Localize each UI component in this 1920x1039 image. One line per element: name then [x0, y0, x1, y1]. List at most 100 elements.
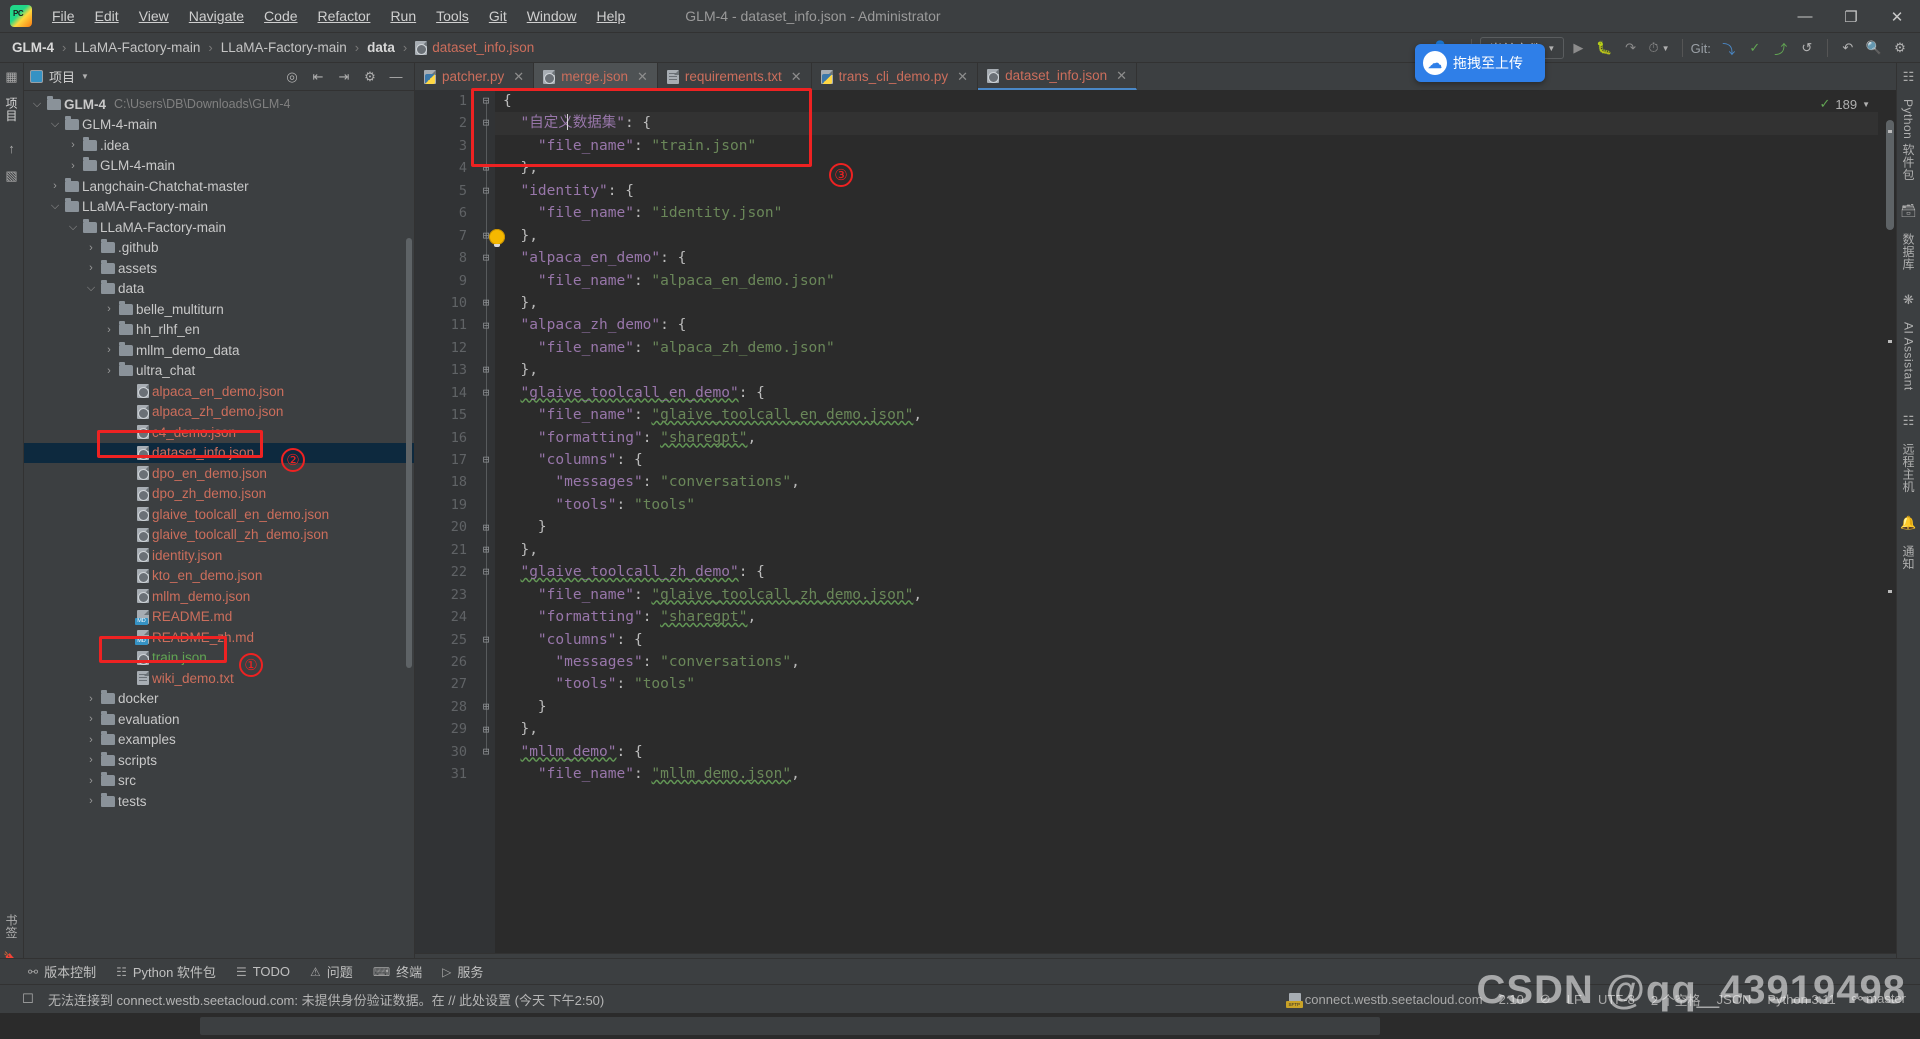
fold-collapse-icon[interactable]: ⊟ [481, 387, 491, 398]
menu-help[interactable]: Help [587, 5, 636, 27]
notifications-rail-icon[interactable]: 🔔 [1900, 515, 1916, 531]
tree-item-glm-4[interactable]: ⌵ GLM-4 C:\Users\DB\Downloads\GLM-4 [24, 94, 414, 115]
code-line[interactable]: "tools": "tools" [495, 494, 1878, 516]
tool-version-control[interactable]: ⚯ 版本控制 [28, 962, 96, 981]
code-line[interactable]: "file_name": "alpaca_zh_demo.json" [495, 337, 1878, 359]
fold-expand-icon[interactable]: ⊞ [481, 364, 491, 375]
expand-all-icon[interactable]: ⇤ [310, 69, 326, 85]
editor-fold-column[interactable]: ⊟ ⊟ ⊞ ⊟ ⊞ ⊟ ⊞ ⊟ ⊞ ⊟ ⊟ ⊞ ⊞ ⊟ ⊟ ⊞ ⊞ ⊟ [477, 90, 495, 953]
code-line[interactable]: "formatting": "sharegpt", [495, 427, 1878, 449]
git-push-icon[interactable]: ⤴ [1769, 37, 1793, 59]
status-message-icon[interactable]: ☐ [20, 991, 36, 1007]
git-branch-widget[interactable]: ⚯ master [1852, 991, 1906, 1007]
inspection-widget[interactable]: ✓ 189 ▼ [1819, 96, 1870, 112]
editor-viewport[interactable]: 1 2 3 4 5 6 7 8 9 10 11 12 13 14 15 16 17 18 19 20 21 22 23 24 2… [415, 90, 1896, 953]
code-line[interactable]: }, [495, 292, 1878, 314]
rail-item-notifications[interactable]: 通知 [1900, 545, 1917, 570]
remote-host-rail-icon[interactable]: ☷ [1901, 413, 1917, 429]
close-tab-icon[interactable]: ✕ [637, 69, 648, 85]
tree-item-llama-factory-main[interactable]: ⌵ LLaMA-Factory-main [24, 217, 414, 238]
code-line[interactable]: } [495, 696, 1878, 718]
editor-tab-requirements-txt[interactable]: requirements.txt ✕ [658, 63, 812, 90]
chevron-right-icon[interactable]: › [66, 160, 80, 172]
code-line[interactable]: "mllm_demo": { [495, 741, 1878, 763]
tree-item-kto-en-demo-json[interactable]: kto_en_demo.json [24, 566, 414, 587]
code-line[interactable]: "messages": "conversations", [495, 471, 1878, 493]
tree-item-alpaca-zh-demo-json[interactable]: alpaca_zh_demo.json [24, 402, 414, 423]
fold-expand-icon[interactable]: ⊞ [481, 544, 491, 555]
fold-collapse-icon[interactable]: ⊟ [481, 746, 491, 757]
read-only-toggle-icon[interactable]: ⊘ [1540, 991, 1551, 1007]
chevron-down-icon[interactable]: ⌵ [30, 98, 44, 111]
commit-rail-icon[interactable]: ↑ [4, 140, 20, 156]
tree-item-mllm-demo-data[interactable]: › mllm_demo_data [24, 340, 414, 361]
fold-expand-icon[interactable]: ⊞ [481, 297, 491, 308]
tool-problems[interactable]: ⚠ 问题 [310, 962, 353, 981]
editor-tab-merge-json[interactable]: merge.json ✕ [534, 63, 658, 90]
rail-item-project[interactable]: 项目 [3, 97, 20, 122]
breadcrumb-item-project[interactable]: GLM-4 [12, 40, 54, 55]
tree-item-llama-factory-main[interactable]: ⌵ LLaMA-Factory-main [24, 197, 414, 218]
code-line[interactable]: "messages": "conversations", [495, 651, 1878, 673]
rail-item-remote-host[interactable]: 远程主机 [1900, 443, 1917, 493]
git-history-icon[interactable]: ↺ [1795, 37, 1819, 59]
tree-item-glaive-toolcall-zh-demo-json[interactable]: glaive_toolcall_zh_demo.json [24, 525, 414, 546]
fold-collapse-icon[interactable]: ⊟ [481, 252, 491, 263]
code-line[interactable]: }, [495, 225, 1878, 247]
line-separator[interactable]: LF [1567, 992, 1582, 1007]
chevron-right-icon[interactable]: › [84, 754, 98, 766]
chevron-right-icon[interactable]: › [102, 303, 116, 315]
status-message[interactable]: 无法连接到 connect.westb.seetacloud.com: 未提供身… [48, 990, 604, 1009]
fold-expand-icon[interactable]: ⊞ [481, 162, 491, 173]
tree-item--github[interactable]: › .github [24, 238, 414, 259]
fold-collapse-icon[interactable]: ⊟ [481, 185, 491, 196]
chevron-right-icon[interactable]: › [66, 139, 80, 151]
fold-collapse-icon[interactable]: ⊟ [481, 117, 491, 128]
sftp-host-widget[interactable]: connect.westb.seetacloud.com [1285, 992, 1483, 1008]
fold-collapse-icon[interactable]: ⊟ [481, 566, 491, 577]
collapse-all-icon[interactable]: ⇥ [336, 69, 352, 85]
breadcrumb-item-3[interactable]: data [367, 40, 395, 55]
tree-item-evaluation[interactable]: › evaluation [24, 709, 414, 730]
close-tab-icon[interactable]: ✕ [957, 69, 968, 85]
tree-item-mllm-demo-json[interactable]: mllm_demo.json [24, 586, 414, 607]
tree-item-alpaca-en-demo-json[interactable]: alpaca_en_demo.json [24, 381, 414, 402]
tree-item-readme-md[interactable]: README.md [24, 607, 414, 628]
drag-upload-badge[interactable]: ☁ 拖拽至上传 [1415, 44, 1545, 82]
settings-icon[interactable]: ⚙ [1888, 37, 1912, 59]
code-line[interactable]: }, [495, 718, 1878, 740]
menu-tools[interactable]: Tools [426, 5, 479, 27]
locate-file-icon[interactable]: ◎ [284, 69, 300, 85]
tree-item--idea[interactable]: › .idea [24, 135, 414, 156]
code-line[interactable]: "formatting": "sharegpt", [495, 606, 1878, 628]
search-icon[interactable]: 🔍 [1862, 37, 1886, 59]
fold-collapse-icon[interactable]: ⊟ [481, 320, 491, 331]
menu-navigate[interactable]: Navigate [179, 5, 254, 27]
tree-item-train-json[interactable]: train.json [24, 648, 414, 669]
code-line[interactable]: { [495, 90, 1878, 112]
code-line[interactable]: }, [495, 539, 1878, 561]
chevron-down-icon[interactable]: ⌵ [48, 200, 62, 213]
code-line[interactable]: "columns": { [495, 629, 1878, 651]
file-type[interactable]: JSON [1717, 992, 1752, 1007]
code-line[interactable]: "file_name": "train.json" [495, 135, 1878, 157]
tree-item-glaive-toolcall-en-demo-json[interactable]: glaive_toolcall_en_demo.json [24, 504, 414, 525]
code-line[interactable]: } [495, 516, 1878, 538]
chevron-down-icon[interactable]: ⌵ [66, 221, 80, 234]
hide-panel-icon[interactable]: — [388, 69, 404, 85]
tree-item-glm-4-main[interactable]: › GLM-4-main [24, 156, 414, 177]
tool-python-packages[interactable]: ☷ Python 软件包 [116, 962, 216, 981]
chevron-right-icon[interactable]: › [84, 693, 98, 705]
chevron-right-icon[interactable]: › [84, 734, 98, 746]
code-line[interactable]: "tools": "tools" [495, 673, 1878, 695]
breadcrumb-item-2[interactable]: LLaMA-Factory-main [221, 40, 347, 55]
chevron-down-icon[interactable]: ⌵ [48, 118, 62, 131]
menu-code[interactable]: Code [254, 5, 307, 27]
fold-collapse-icon[interactable]: ⊟ [481, 634, 491, 645]
tree-item-examples[interactable]: › examples [24, 730, 414, 751]
close-button[interactable]: ✕ [1874, 0, 1920, 33]
code-line[interactable]: "自定义数据集": { [495, 112, 1878, 135]
tree-item-c4-demo-json[interactable]: c4_demo.json [24, 422, 414, 443]
project-panel-title[interactable]: 项目 ▼ [30, 67, 89, 86]
code-line[interactable]: "file_name": "alpaca_en_demo.json" [495, 270, 1878, 292]
